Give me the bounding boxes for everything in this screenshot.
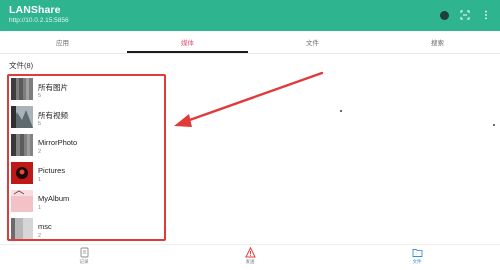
- qr-scan-icon[interactable]: [460, 10, 470, 20]
- folder-icon: [412, 249, 422, 257]
- active-tab-indicator: [127, 51, 248, 53]
- nav-files[interactable]: 文件: [397, 247, 437, 265]
- app-title: LANShare: [9, 4, 61, 16]
- highlight-box: [7, 74, 166, 241]
- server-url[interactable]: http://10.0.2.15:5856: [9, 17, 69, 24]
- record-icon: [80, 247, 88, 258]
- nav-record-label: 记录: [79, 259, 89, 264]
- tab-apps[interactable]: 应用: [0, 31, 125, 54]
- bottom-navigation: 记录 发送 文件: [0, 244, 500, 270]
- nav-files-label: 文件: [412, 259, 422, 264]
- nav-send[interactable]: 发送: [230, 247, 270, 265]
- section-title: 文件(8): [9, 61, 34, 70]
- nav-send-label: 发送: [245, 259, 255, 264]
- more-icon[interactable]: [481, 10, 491, 20]
- tab-files[interactable]: 文件: [250, 31, 375, 54]
- nav-record[interactable]: 记录: [64, 247, 104, 265]
- connection-status-icon[interactable]: [440, 11, 449, 20]
- app-bar: LANShare http://10.0.2.15:5856: [0, 0, 500, 31]
- speck: [493, 124, 495, 126]
- send-icon: [244, 247, 256, 258]
- speck: [340, 110, 342, 112]
- tab-search[interactable]: 搜索: [375, 31, 500, 54]
- tab-bar: 应用 媒体 文件 搜索: [0, 31, 500, 54]
